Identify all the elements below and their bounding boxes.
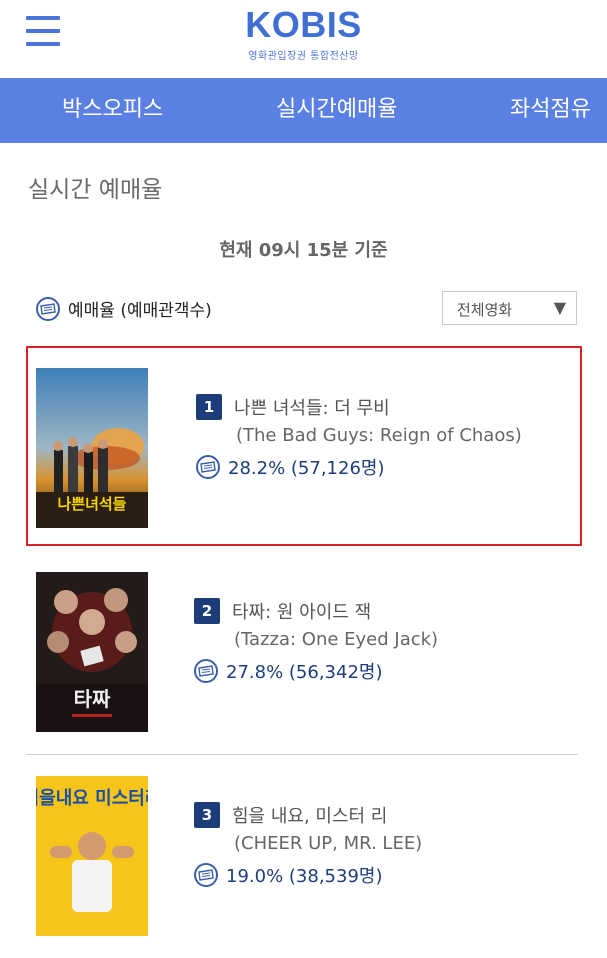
ticket-icon bbox=[194, 659, 218, 683]
tab-realtime-reservation[interactable]: 실시간예매율 bbox=[276, 78, 397, 143]
movie-title-en-3: (CHEER UP, MR. LEE) bbox=[234, 833, 423, 854]
logo-text: KOBIS bbox=[245, 4, 362, 45]
movie-info-1: 1 나쁜 녀석들: 더 무비 (The Bad Guys: Reign of C… bbox=[196, 393, 522, 480]
kobis-logo[interactable]: KOBIS 영화관입장권 통합전산망 bbox=[0, 4, 607, 63]
movie-title-ko-2[interactable]: 타짜: 원 아이드 잭 bbox=[232, 598, 371, 624]
movie-info-2: 2 타짜: 원 아이드 잭 (Tazza: One Eyed Jack) 27.… bbox=[194, 597, 438, 684]
timestamp-label: 현재 09시 15분 기준 bbox=[219, 240, 388, 261]
movie-poster-1[interactable]: 나쁜녀석들 bbox=[36, 368, 148, 528]
movie-filter-select[interactable]: 전체영화 ▼ bbox=[442, 291, 577, 325]
poster-3-title: 힘을내요 미스터리 bbox=[36, 788, 148, 809]
movie-item-3[interactable]: 힘을내요 미스터리 3 힘을 내요, 미스터 리 (CHEER UP, MR. … bbox=[26, 756, 582, 956]
movie-poster-3[interactable]: 힘을내요 미스터리 bbox=[36, 776, 148, 936]
poster-1-title: 나쁜녀석들 bbox=[57, 495, 126, 513]
app-header: KOBIS 영화관입장권 통합전산망 bbox=[0, 0, 607, 78]
page-title: 실시간 예매율 bbox=[28, 177, 163, 203]
movie-title-en-2: (Tazza: One Eyed Jack) bbox=[234, 629, 439, 650]
list-divider bbox=[26, 754, 578, 755]
rank-badge-1: 1 bbox=[196, 394, 222, 420]
rank-badge-3: 3 bbox=[194, 802, 220, 828]
ticket-icon bbox=[194, 863, 218, 887]
reservation-rate-3: 19.0% (38,539명) bbox=[226, 866, 383, 887]
reservation-rate-1: 28.2% (57,126명) bbox=[228, 458, 385, 479]
legend: 예매율 (예매관객수) bbox=[36, 296, 212, 321]
movie-title-ko-3[interactable]: 힘을 내요, 미스터 리 bbox=[232, 802, 387, 828]
movie-poster-2[interactable]: 타짜 bbox=[36, 572, 148, 732]
dropdown-triangle-icon: ▼ bbox=[553, 298, 566, 317]
ticket-icon bbox=[196, 455, 220, 479]
movie-title-ko-1[interactable]: 나쁜 녀석들: 더 무비 bbox=[234, 394, 390, 420]
filter-selected-value: 전체영화 bbox=[457, 301, 513, 319]
legend-label: 예매율 (예매관객수) bbox=[68, 301, 212, 321]
movie-title-en-1: (The Bad Guys: Reign of Chaos) bbox=[236, 425, 522, 446]
movie-item-2[interactable]: 타짜 2 타짜: 원 아이드 잭 (Tazza: One Eyed Jack) … bbox=[26, 552, 582, 752]
movie-item-1[interactable]: 나쁜녀석들 1 나쁜 녀석들: 더 무비 (The Bad Guys: Reig… bbox=[26, 346, 582, 546]
logo-subtitle: 영화관입장권 통합전산망 bbox=[248, 51, 359, 62]
reservation-rate-2: 27.8% (56,342명) bbox=[226, 662, 383, 683]
ticket-icon bbox=[36, 296, 60, 321]
movie-info-3: 3 힘을 내요, 미스터 리 (CHEER UP, MR. LEE) 19.0%… bbox=[194, 801, 422, 888]
main-nav: 박스오피스 실시간예매율 좌석점유 bbox=[0, 78, 607, 143]
tab-boxoffice[interactable]: 박스오피스 bbox=[62, 78, 163, 143]
poster-2-title: 타짜 bbox=[74, 687, 111, 711]
tab-seat-occupancy[interactable]: 좌석점유 bbox=[510, 78, 591, 143]
rank-badge-2: 2 bbox=[194, 598, 220, 624]
